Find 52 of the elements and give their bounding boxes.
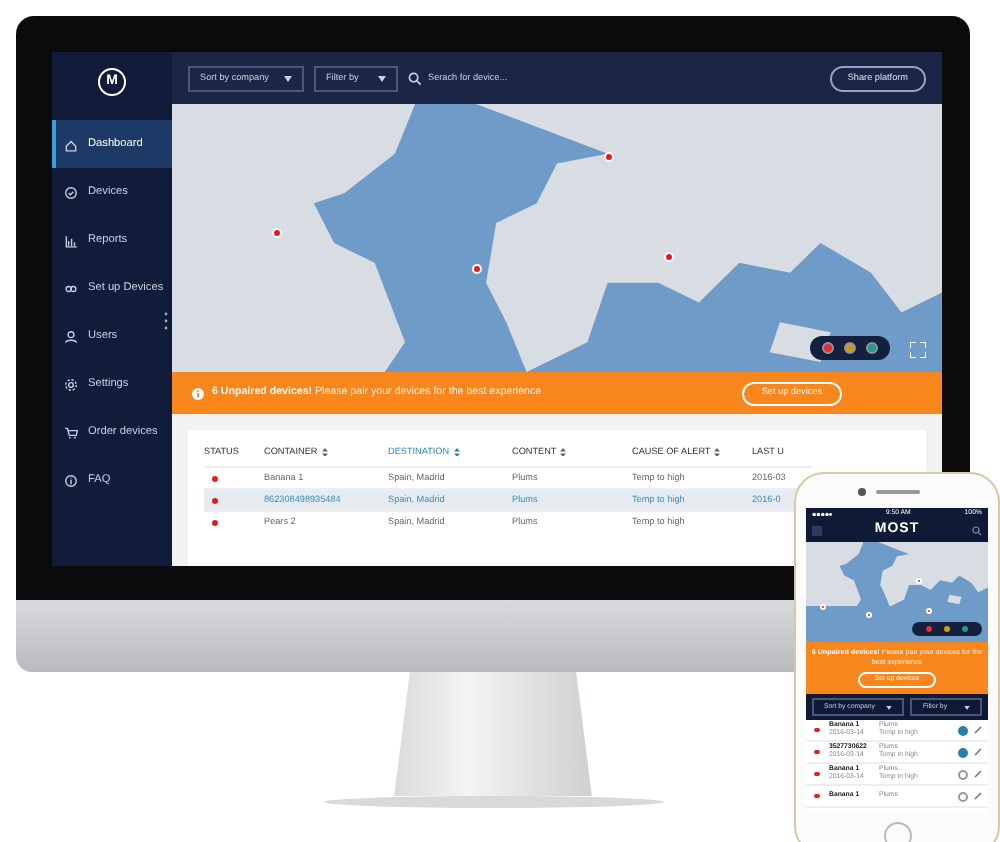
- home-icon: [64, 137, 78, 151]
- select-checkbox[interactable]: [958, 769, 968, 779]
- status-dot: [814, 771, 819, 777]
- legend-dot[interactable]: [962, 626, 968, 632]
- select-checkbox[interactable]: [958, 725, 968, 735]
- legend-dot[interactable]: [944, 626, 950, 632]
- status-dot: [212, 519, 218, 525]
- legend-dot[interactable]: [844, 342, 856, 354]
- pencil-icon: [974, 792, 982, 800]
- select-checkbox[interactable]: [958, 791, 968, 801]
- select-checkbox[interactable]: [958, 747, 968, 757]
- bar-chart-icon: [64, 233, 78, 247]
- sort-icon: [714, 447, 721, 457]
- status-dot: [814, 727, 819, 733]
- caret-icon: [284, 75, 292, 81]
- map-pin[interactable]: [926, 608, 933, 614]
- legend-dot[interactable]: [822, 342, 834, 354]
- sort-icon: [560, 447, 567, 457]
- legend-dot[interactable]: [926, 626, 932, 632]
- map-pin[interactable]: [866, 612, 873, 618]
- status-dot: [814, 793, 819, 799]
- map-pin[interactable]: [915, 577, 922, 583]
- status-dot: [212, 497, 218, 503]
- check-circle-icon: [64, 185, 78, 199]
- map-pin[interactable]: [820, 604, 827, 610]
- caret-icon: [964, 705, 970, 709]
- info-icon: [192, 387, 204, 399]
- settings-icon: [64, 377, 78, 391]
- map-pin[interactable]: [664, 251, 675, 262]
- search-icon: [408, 71, 422, 85]
- info-icon: [64, 473, 78, 487]
- pencil-icon: [974, 726, 982, 734]
- pencil-icon: [974, 748, 982, 756]
- user-icon: [64, 329, 78, 343]
- drag-handle-icon: [164, 312, 168, 330]
- signal-icon: [812, 511, 832, 517]
- legend-dot[interactable]: [866, 342, 878, 354]
- search-icon: [971, 526, 982, 536]
- map-pin[interactable]: [603, 152, 614, 163]
- cart-icon: [64, 425, 78, 439]
- caret-icon: [886, 705, 893, 709]
- sort-icon: [453, 447, 460, 457]
- caret-icon: [378, 75, 386, 81]
- sort-icon: [321, 447, 328, 457]
- status-dot: [212, 475, 218, 481]
- pencil-icon: [974, 770, 982, 778]
- link-icon: [64, 281, 78, 295]
- camera-icon: [858, 488, 866, 496]
- status-dot: [814, 749, 819, 755]
- map-pin[interactable]: [472, 264, 483, 275]
- map-pin[interactable]: [272, 227, 283, 238]
- expand-icon: [910, 342, 926, 358]
